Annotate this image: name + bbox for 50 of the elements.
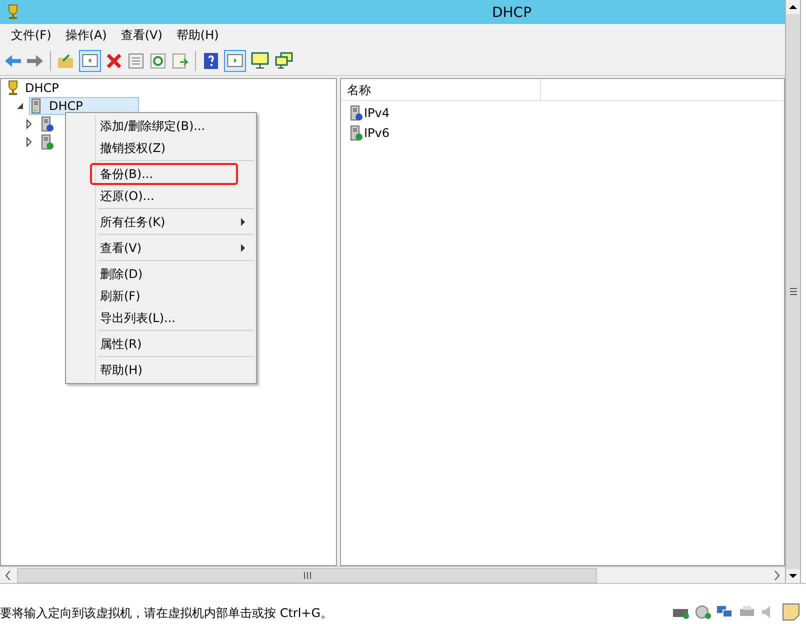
export-icon[interactable] [171, 52, 189, 70]
forward-arrow-icon[interactable] [26, 52, 44, 68]
monitor-icon[interactable] [250, 52, 270, 70]
back-arrow-icon[interactable] [4, 52, 22, 68]
status-text: 要将输入定向到该虚拟机，请在虚拟机内部单击或按 Ctrl+G。 [0, 605, 333, 622]
list-item[interactable]: IPv4 [364, 104, 390, 122]
tree-label: DHCP [25, 80, 59, 97]
trophy-icon [6, 4, 20, 20]
menu-item[interactable]: 撤销授权(Z) [100, 139, 254, 157]
note-icon[interactable] [782, 603, 800, 621]
menu-item[interactable]: 帮助(H) [100, 361, 254, 379]
menu-item[interactable]: 刷新(F) [100, 287, 254, 305]
action-pane-icon[interactable] [224, 50, 246, 72]
properties-icon[interactable] [127, 52, 145, 70]
vertical-scrollbar[interactable] [785, 0, 801, 583]
folder-up-icon[interactable] [57, 52, 75, 68]
column-header[interactable]: 名称 [341, 79, 541, 100]
menu-item[interactable]: 删除(D) [100, 265, 254, 283]
menu-item[interactable]: 操作(A) [58, 25, 114, 45]
collapse-icon[interactable] [15, 101, 25, 111]
window-title: DHCP [492, 4, 532, 23]
menu-item[interactable]: 备份(B)... [90, 163, 238, 185]
tree-label: DHCP [49, 98, 83, 115]
menu-item[interactable]: 文件(F) [4, 25, 58, 45]
disc-icon[interactable] [694, 604, 712, 620]
menu-item[interactable]: 添加/删除绑定(B)... [100, 117, 254, 135]
menu-item[interactable]: 还原(O)... [100, 187, 254, 205]
menu-item[interactable]: 帮助(H) [169, 25, 226, 45]
scroll-grip-icon[interactable] [790, 288, 796, 295]
tree-item[interactable]: DHCP [5, 79, 62, 97]
scroll-thumb[interactable] [17, 568, 597, 582]
help-icon[interactable] [202, 52, 220, 70]
server-icon [349, 125, 363, 141]
menu-item[interactable]: 导出列表(L)... [100, 309, 254, 327]
panel-toggle-icon[interactable] [79, 50, 101, 72]
menu-item[interactable]: 属性(R) [100, 335, 254, 353]
server-icon [349, 105, 363, 121]
scroll-up-icon[interactable] [786, 0, 800, 14]
scroll-down-icon[interactable] [786, 569, 800, 583]
trophy-icon [6, 80, 20, 96]
horizontal-scrollbar[interactable] [0, 566, 785, 583]
refresh-icon[interactable] [149, 52, 167, 70]
delete-icon[interactable] [105, 52, 123, 70]
menu-item[interactable]: 查看(V) [100, 239, 240, 257]
menu-item[interactable]: 所有任务(K) [100, 213, 240, 231]
submenu-arrow-icon [240, 218, 246, 226]
monitors-icon[interactable] [274, 52, 294, 70]
list-item[interactable]: IPv6 [364, 124, 390, 142]
submenu-arrow-icon [240, 244, 246, 252]
menu-item[interactable]: 查看(V) [114, 25, 170, 45]
